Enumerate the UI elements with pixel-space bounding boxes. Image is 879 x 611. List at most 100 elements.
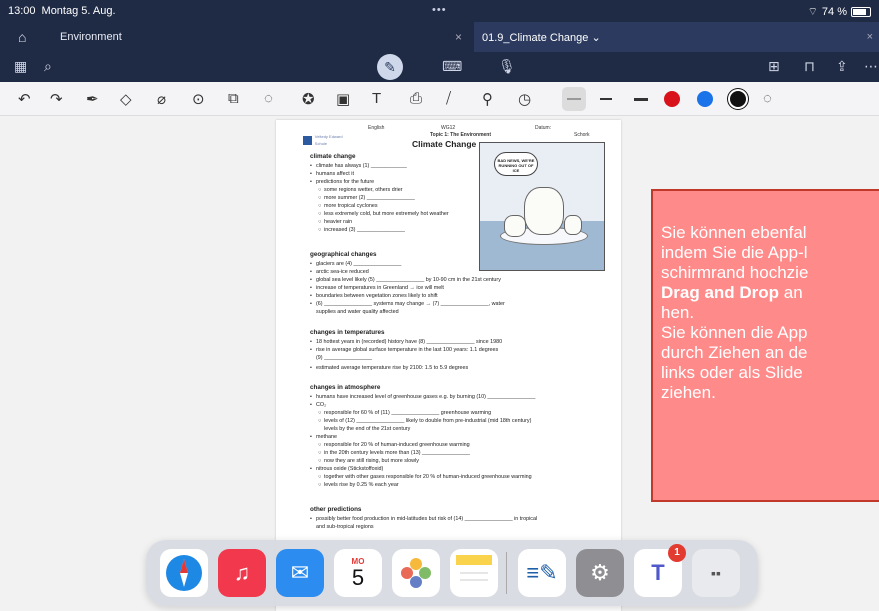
color-picker-icon[interactable]: ◌ (763, 90, 772, 107)
close-tab-icon[interactable]: × (455, 22, 462, 52)
list-subitem: ○ less extremely cold, but more extremely… (318, 211, 449, 217)
instruction-overlay: Sie können ebenfal indem Sie die App-l s… (651, 189, 879, 502)
status-time: 13:00 (8, 5, 36, 17)
app-folder-icon[interactable]: ▪▪ (692, 549, 740, 597)
section-heading: changes in atmosphere (310, 384, 381, 391)
shapes-icon[interactable]: ⧉ (228, 90, 239, 107)
list-subitem: ○ more summer (2) ________________ (318, 195, 415, 201)
dock-divider (506, 552, 507, 594)
home-icon[interactable]: ⌂ (18, 22, 26, 52)
note-line: Drag and Drop an (661, 283, 803, 302)
section-heading: geographical changes (310, 251, 377, 258)
settings-app-icon[interactable]: ⚙ (576, 549, 624, 597)
list-item: • increase of temperatures in Greenland →… (310, 285, 444, 291)
list-subitem: ○ some regions wetter, others drier (318, 187, 403, 193)
section-heading: climate change (310, 153, 356, 160)
note-line: ziehen. (661, 383, 716, 402)
search-icon[interactable]: ⌕ (44, 58, 52, 75)
notification-badge: 1 (668, 544, 686, 562)
pen-mode-icon[interactable]: ✎ (377, 54, 403, 80)
more-icon[interactable]: ⋯ (864, 58, 878, 75)
note-line: links oder als Slide (661, 363, 803, 382)
zoom-tool-icon[interactable]: ⊙ (192, 90, 205, 108)
list-item: • nitrous oxide (Stickstoffoxid) (310, 466, 384, 472)
highlighter-icon[interactable]: ⌀ (157, 90, 166, 108)
app-dock: ♫ ✉ MO 5 ≡✎ ⚙ T 1 ▪▪ (146, 540, 758, 606)
tab-bar: ⌂ Environment × 01.9_Climate Change ⌄ × (0, 22, 879, 52)
list-item: • climate has always (1) ____________ (310, 163, 407, 169)
color-black-selected[interactable] (730, 91, 746, 107)
list-item: • global sea level likely (5) ___________… (310, 277, 501, 283)
document-page[interactable]: English WG12 Datum: Veltedy Edward Schul… (276, 120, 621, 611)
grid-icon[interactable]: ▦ (14, 58, 27, 75)
photos-app-icon[interactable] (392, 549, 440, 597)
eraser-icon[interactable]: ◇ (120, 90, 132, 108)
stroke-medium-icon[interactable] (600, 98, 612, 100)
color-blue[interactable] (697, 91, 713, 107)
keyboard-icon[interactable]: ⌨ (442, 58, 462, 75)
undo-icon[interactable]: ↶ (18, 90, 31, 108)
list-item-continued: supplies and water quality affected (316, 309, 399, 315)
list-item: • estimated average temperature rise by 2… (310, 365, 469, 371)
list-item: • methane (310, 434, 337, 440)
teams-app-icon[interactable]: T 1 (634, 544, 686, 597)
tab-environment[interactable]: Environment (60, 22, 122, 52)
list-subitem: ○ responsible for 60 % of (11) __________… (318, 410, 492, 416)
multitask-dots[interactable]: ••• (432, 4, 447, 16)
note-line: Sie können ebenfal (661, 223, 807, 242)
list-item: • arctic sea-ice reduced (310, 269, 369, 275)
school-label: Schork (574, 132, 590, 138)
section-heading: changes in temperatures (310, 329, 385, 336)
ruler-icon[interactable]: ⧸ (446, 90, 451, 107)
polar-bear-cub (564, 215, 582, 235)
drawing-toolbar: ↶ ↷ ✒ ◇ ⌀ ⊙ ⧉ ◌ ✪ ▣ T ⎙ ⧸ ⚲ ◷ ◌ (0, 82, 879, 116)
list-item: • 18 hottest years in (recorded) history … (310, 339, 503, 345)
pen-icon[interactable]: ✒ (86, 90, 99, 108)
mail-app-icon[interactable]: ✉ (276, 549, 324, 597)
timer-icon[interactable]: ◷ (518, 90, 531, 108)
polar-bear-cartoon: BAD NEWS, WE'RE RUNNING OUT OF ICE (479, 142, 605, 271)
calendar-date: 5 (351, 564, 365, 590)
image-icon[interactable]: ▣ (336, 90, 350, 108)
share-icon[interactable]: ⇪ (836, 58, 848, 75)
goodnotes-app-icon[interactable]: ≡✎ (518, 549, 566, 597)
header-subject: English (368, 125, 385, 131)
status-date: Montag 5. Aug. (41, 5, 116, 17)
list-item: • boundaries between vegetation zones lik… (310, 293, 438, 299)
bookmark-icon[interactable]: ⊓ (804, 58, 815, 75)
list-subitem: ○ together with other gases responsible f… (318, 474, 532, 480)
note-line: indem Sie die App-l (661, 243, 808, 262)
list-subitem: ○ responsible for 20 % of human-induced g… (318, 442, 470, 448)
add-page-icon[interactable]: ⊞ (768, 58, 780, 75)
section-heading: other predictions (310, 506, 362, 513)
list-item: • CO₂ (310, 402, 327, 408)
text-icon[interactable]: T (372, 90, 381, 107)
battery-percent: 74 % (821, 6, 847, 18)
main-toolbar: ▦ ⌕ ✎ ⌨ 🎙 ⊞ ⊓ ⇪ ⋯ (0, 52, 879, 82)
laser-pointer-icon[interactable]: ⚲ (482, 90, 493, 108)
sticker-icon[interactable]: ✪ (302, 90, 315, 108)
logo-mark-icon (303, 135, 312, 145)
music-app-icon[interactable]: ♫ (218, 549, 266, 597)
color-red[interactable] (664, 91, 680, 107)
redo-icon[interactable]: ↷ (50, 90, 63, 108)
notes-app-icon[interactable] (450, 549, 498, 597)
lasso-icon[interactable]: ◌ (264, 90, 273, 107)
list-item: • (6) ________________ systems may change… (310, 301, 505, 307)
list-subitem: ○ levels of (12) ________________ likely … (318, 418, 532, 424)
camera-icon[interactable]: ⎙ (410, 90, 422, 107)
list-item: • possibly better food production in mid-… (310, 516, 538, 522)
battery-icon (851, 7, 871, 17)
safari-app-icon[interactable] (160, 549, 208, 597)
list-subitem: ○ now they are still rising, but more slo… (318, 458, 419, 464)
note-line: durch Ziehen an de (661, 343, 808, 362)
list-subitem: ○ more tropical cyclones (318, 203, 378, 209)
calendar-app-icon[interactable]: MO 5 (334, 549, 382, 597)
note-line: Sie können die App (661, 323, 808, 342)
close-tab-icon[interactable]: × (867, 31, 873, 43)
tab-climate-change-label: 01.9_Climate Change ⌄ (482, 31, 601, 44)
note-line: schirmrand hochzie (661, 263, 809, 282)
stroke-thick-icon[interactable] (634, 98, 648, 101)
tab-climate-change[interactable]: 01.9_Climate Change ⌄ × (474, 22, 879, 52)
microphone-icon[interactable]: 🎙 (498, 58, 516, 75)
